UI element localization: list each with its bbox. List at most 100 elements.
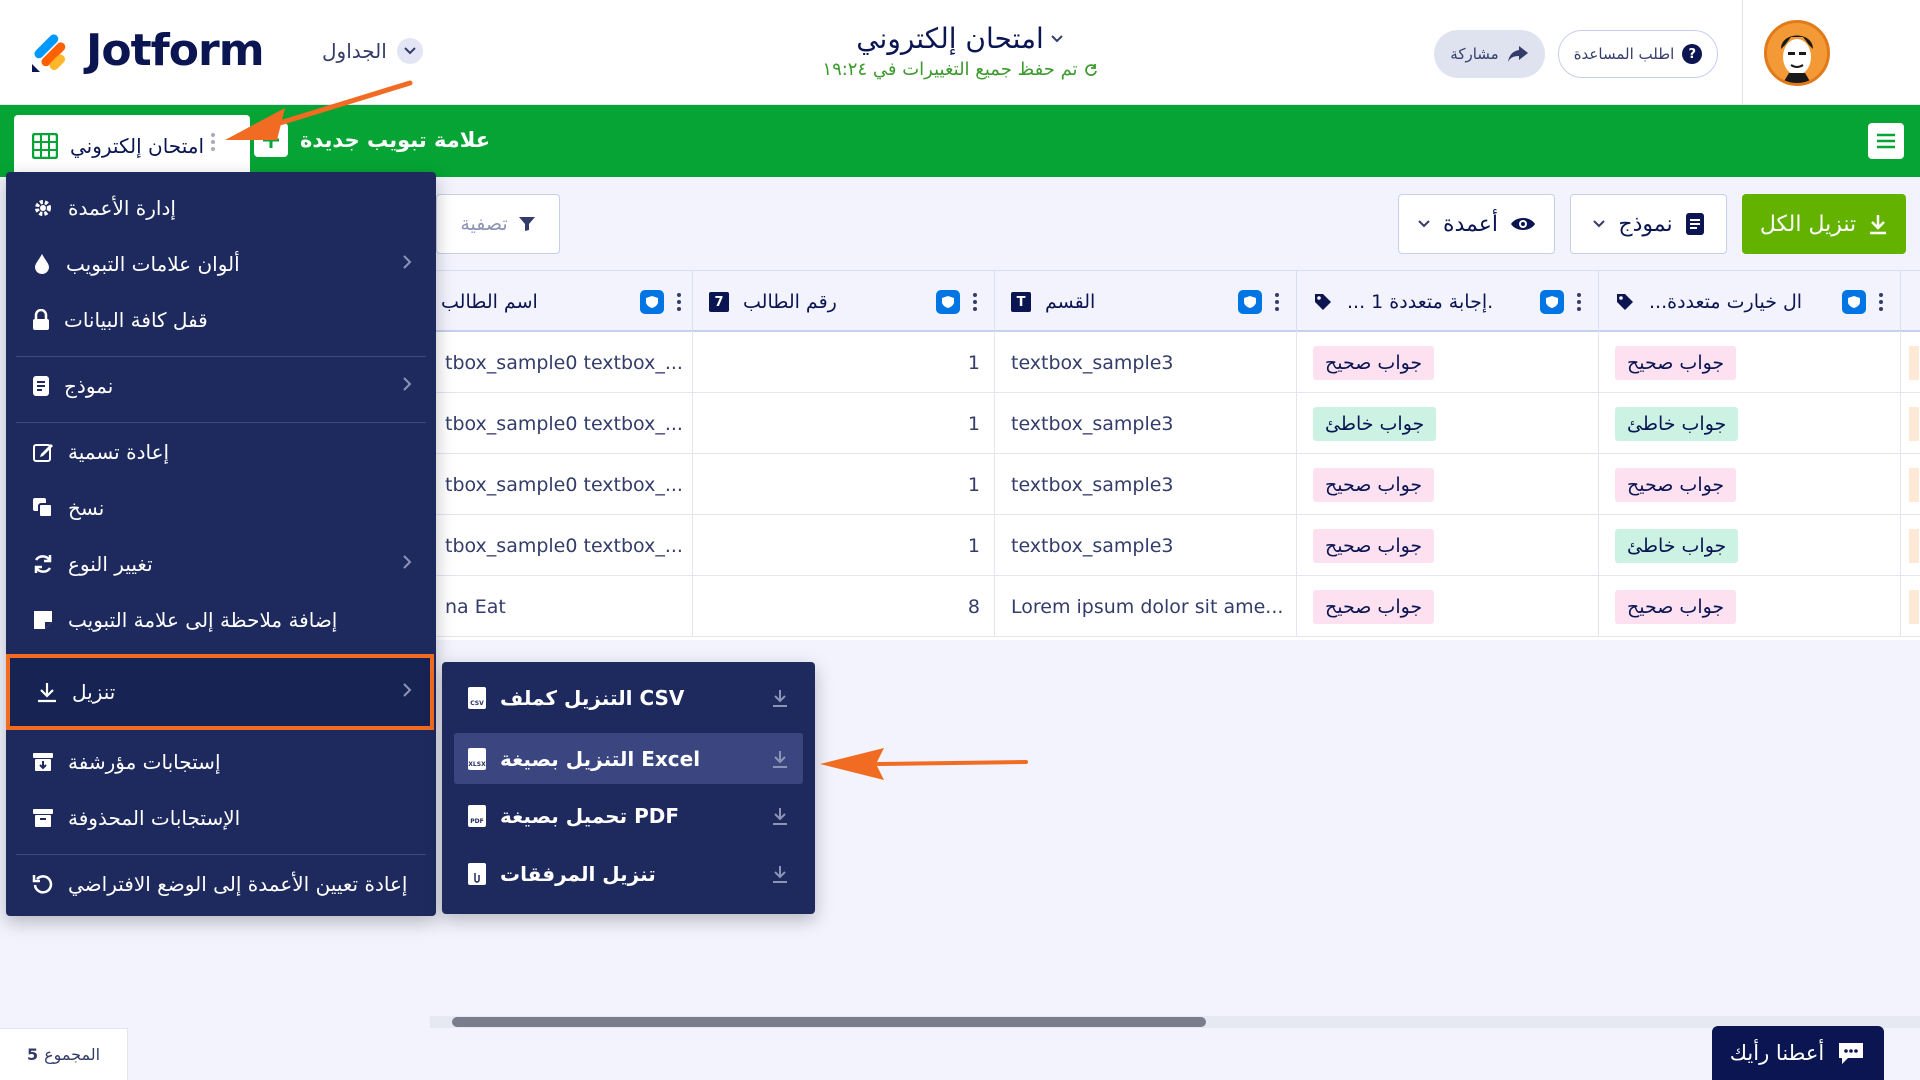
submenu-download-pdf[interactable]: PDF تحميل بصيغة PDF bbox=[454, 790, 803, 841]
menu-reset-columns[interactable]: إعادة تعيين الأعمدة إلى الوضع الافتراضي bbox=[16, 858, 426, 910]
submenu-download-csv[interactable]: CSV التنزيل كملف CSV bbox=[454, 672, 803, 723]
table-cell[interactable]: جواب خاطئ bbox=[1598, 393, 1900, 454]
table-cell[interactable]: tbox_sample0 textbox_... bbox=[430, 454, 692, 515]
table-cell[interactable]: جواب صحيح bbox=[1296, 515, 1598, 576]
text-type-badge: T bbox=[1011, 292, 1031, 312]
column-header-student-number[interactable]: 7 رقم الطالب bbox=[692, 271, 994, 333]
column-header-section[interactable]: T القسم bbox=[994, 271, 1296, 333]
table-row[interactable]: na Eat 8 Lorem ipsum dolor sit ame... جواب … bbox=[430, 576, 1920, 637]
menu-download[interactable]: تنزيل bbox=[6, 654, 434, 730]
table-cell[interactable]: textbox_sample3 bbox=[994, 454, 1296, 515]
table-cell[interactable]: textbox_sample3 bbox=[994, 332, 1296, 393]
table-cell[interactable]: 8 bbox=[692, 576, 994, 637]
column-options-icon[interactable] bbox=[1274, 293, 1280, 311]
table-cell[interactable]: tbox_sample0 textbox_... bbox=[430, 393, 692, 454]
pdf-file-icon: PDF bbox=[468, 804, 486, 827]
table-row[interactable]: tbox_sample0 textbox_... 1 textbox_sample3… bbox=[430, 454, 1920, 515]
table-cell[interactable]: textbox_sample3 bbox=[994, 393, 1296, 454]
menu-add-note[interactable]: إضافة ملاحظة إلى علامة التبويب bbox=[16, 594, 426, 646]
refresh-icon bbox=[1084, 63, 1097, 76]
avatar[interactable] bbox=[1764, 20, 1830, 86]
cell-text: tbox_sample0 textbox_... bbox=[445, 534, 683, 557]
chevron-right-icon bbox=[403, 555, 412, 569]
menu-icon[interactable] bbox=[1868, 123, 1904, 159]
form-button[interactable]: نموذج bbox=[1570, 194, 1727, 254]
trash-box-icon bbox=[33, 809, 53, 827]
cell-text: 1 bbox=[967, 473, 980, 496]
menu-archived-responses[interactable]: إستجابات مؤرشفة bbox=[16, 736, 426, 788]
cell-text: 8 bbox=[967, 595, 980, 618]
column-header-answer-2[interactable]: ...ال خيارت متعددة bbox=[1598, 271, 1900, 333]
table-cell-overflow bbox=[1900, 454, 1920, 515]
menu-item-label: نسخ bbox=[68, 496, 105, 520]
horizontal-scrollbar-thumb[interactable] bbox=[452, 1017, 1206, 1027]
edit-icon bbox=[33, 444, 53, 462]
table-cell[interactable]: جواب صحيح bbox=[1598, 454, 1900, 515]
help-label: اطلب المساعدة bbox=[1573, 45, 1675, 63]
table-row[interactable]: tbox_sample0 textbox_... 1 textbox_sample3… bbox=[430, 515, 1920, 576]
table-cell[interactable]: جواب صحيح bbox=[1296, 332, 1598, 393]
columns-button[interactable]: أعمدة bbox=[1398, 194, 1555, 254]
download-icon bbox=[38, 683, 56, 703]
column-options-icon[interactable] bbox=[972, 293, 978, 311]
lock-icon bbox=[33, 309, 49, 330]
menu-form[interactable]: نموذج bbox=[16, 360, 426, 412]
table-cell[interactable]: Lorem ipsum dolor sit ame... bbox=[994, 576, 1296, 637]
help-button[interactable]: اطلب المساعدة ? bbox=[1558, 30, 1718, 78]
shield-icon bbox=[936, 290, 960, 314]
copy-icon bbox=[33, 498, 53, 518]
table-cell[interactable]: جواب صحيح bbox=[1296, 576, 1598, 637]
feedback-button[interactable]: أعطنا رأيك bbox=[1712, 1026, 1884, 1080]
menu-manage-columns[interactable]: إدارة الأعمدة bbox=[16, 182, 426, 234]
menu-item-label: إستجابات مؤرشفة bbox=[68, 750, 221, 774]
cell-text: textbox_sample3 bbox=[1011, 473, 1174, 496]
column-header-answer-1[interactable]: ... إجابة متعددة 1. bbox=[1296, 271, 1598, 333]
menu-change-type[interactable]: تغيير النوع bbox=[16, 538, 426, 590]
table-row[interactable]: tbox_sample0 textbox_... 1 textbox_sample3… bbox=[430, 332, 1920, 393]
table-cell[interactable]: جواب صحيح bbox=[1598, 576, 1900, 637]
column-title: اسم الطالب bbox=[441, 291, 538, 313]
table-cell[interactable]: 1 bbox=[692, 332, 994, 393]
submenu-download-attachments[interactable]: تنزيل المرفقات bbox=[454, 848, 803, 899]
table-cell[interactable]: tbox_sample0 textbox_... bbox=[430, 332, 692, 393]
menu-item-label: إعادة تعيين الأعمدة إلى الوضع الافتراضي bbox=[68, 872, 408, 896]
chevron-down-icon bbox=[1418, 220, 1430, 228]
tables-dropdown[interactable]: الجداول bbox=[322, 38, 423, 64]
menu-duplicate[interactable]: نسخ bbox=[16, 482, 426, 534]
menu-deleted-responses[interactable]: الإستجابات المحذوفة bbox=[16, 792, 426, 844]
column-header-student-name[interactable]: اسم الطالب bbox=[430, 271, 692, 333]
column-options-icon[interactable] bbox=[1878, 293, 1884, 311]
table-cell[interactable]: 1 bbox=[692, 515, 994, 576]
table-cell[interactable]: جواب صحيح bbox=[1598, 332, 1900, 393]
chat-bubble-icon bbox=[1839, 1043, 1864, 1064]
form-title[interactable]: امتحان إلكتروني bbox=[856, 22, 1064, 55]
filter-label: تصفية bbox=[460, 213, 508, 235]
table-cell[interactable]: جواب خاطئ bbox=[1598, 515, 1900, 576]
csv-file-icon: CSV bbox=[468, 686, 486, 709]
table-cell[interactable]: textbox_sample3 bbox=[994, 515, 1296, 576]
column-options-icon[interactable] bbox=[676, 293, 682, 311]
jotform-logo[interactable]: Jotform bbox=[28, 25, 265, 76]
header-divider bbox=[1742, 0, 1743, 105]
filter-icon bbox=[518, 217, 535, 231]
menu-tab-colors[interactable]: ألوان علامات التبويب bbox=[16, 238, 426, 290]
table-cell[interactable]: na Eat bbox=[430, 576, 692, 637]
share-button[interactable]: مشاركة bbox=[1434, 30, 1545, 78]
table-cell[interactable]: tbox_sample0 textbox_... bbox=[430, 515, 692, 576]
table-row[interactable]: tbox_sample0 textbox_... 1 textbox_sample3… bbox=[430, 393, 1920, 454]
submenu-download-excel[interactable]: XLSX التنزيل بصيغة Excel bbox=[454, 733, 803, 784]
shield-icon bbox=[640, 290, 664, 314]
column-title: ... إجابة متعددة 1. bbox=[1347, 291, 1494, 313]
table-cell[interactable]: جواب صحيح bbox=[1296, 454, 1598, 515]
filter-button[interactable]: تصفية bbox=[436, 194, 560, 254]
table-cell[interactable]: 1 bbox=[692, 393, 994, 454]
table-cell[interactable]: جواب خاطئ bbox=[1296, 393, 1598, 454]
refresh-icon bbox=[34, 555, 52, 573]
table-cell[interactable]: 1 bbox=[692, 454, 994, 515]
column-options-icon[interactable] bbox=[1576, 293, 1582, 311]
menu-rename[interactable]: إعادة تسمية bbox=[16, 426, 426, 478]
menu-item-label: ألوان علامات التبويب bbox=[66, 252, 240, 276]
cell-text: 1 bbox=[967, 351, 980, 374]
menu-lock-data[interactable]: قفل كافة البيانات bbox=[16, 294, 426, 346]
download-all-button[interactable]: تنزيل الكل bbox=[1742, 194, 1906, 254]
